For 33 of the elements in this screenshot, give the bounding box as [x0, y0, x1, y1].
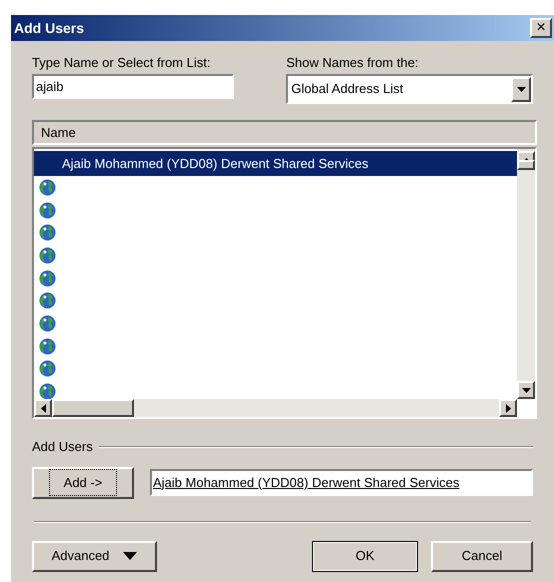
- address-list-dropdown[interactable]: Global Address List: [286, 74, 533, 104]
- group-label: Add Users: [32, 438, 93, 456]
- advanced-menu-button[interactable]: Advanced: [32, 540, 157, 572]
- field-label: Show Names from the:: [286, 54, 420, 71]
- name-input-field[interactable]: ajaib: [32, 74, 234, 99]
- globe-icon: [39, 314, 56, 332]
- globe-icon: [39, 246, 56, 264]
- ok-button[interactable]: OK: [312, 540, 418, 572]
- list-row[interactable]: Ajaib Mohammed (YDD08) Derwent Shared Services: [34, 151, 517, 176]
- resolved-user-name: Ajaib Mohammed (YDD08) Derwent Shared Services: [153, 474, 460, 492]
- field-label: Type Name or Select from List:: [32, 54, 212, 71]
- window-title: Add Users: [14, 18, 86, 38]
- added-users-field[interactable]: Ajaib Mohammed (YDD08) Derwent Shared Services: [150, 469, 533, 496]
- globe-icon: [39, 270, 56, 287]
- globe-icon: [39, 178, 56, 196]
- add-button[interactable]: Add ->: [32, 466, 134, 498]
- globe-icon: [39, 224, 56, 242]
- scroll-right-icon[interactable]: [499, 399, 517, 417]
- close-button[interactable]: ×: [530, 18, 552, 38]
- vertical-scrollbar[interactable]: [517, 149, 535, 399]
- globe-icon: [39, 292, 56, 310]
- globe-icon: [39, 338, 56, 355]
- caret-icon: [123, 552, 138, 560]
- globe-icon: [39, 383, 56, 399]
- scroll-down-icon[interactable]: [517, 381, 535, 399]
- globe-icon: [39, 360, 56, 378]
- horizontal-scrollbar[interactable]: [34, 399, 517, 417]
- scroll-thumb[interactable]: [52, 399, 134, 417]
- scroll-thumb[interactable]: [517, 160, 535, 170]
- cancel-button[interactable]: Cancel: [431, 540, 533, 572]
- scroll-left-icon[interactable]: [34, 399, 52, 417]
- column-header[interactable]: Name: [34, 122, 83, 142]
- globe-icon: [39, 202, 56, 219]
